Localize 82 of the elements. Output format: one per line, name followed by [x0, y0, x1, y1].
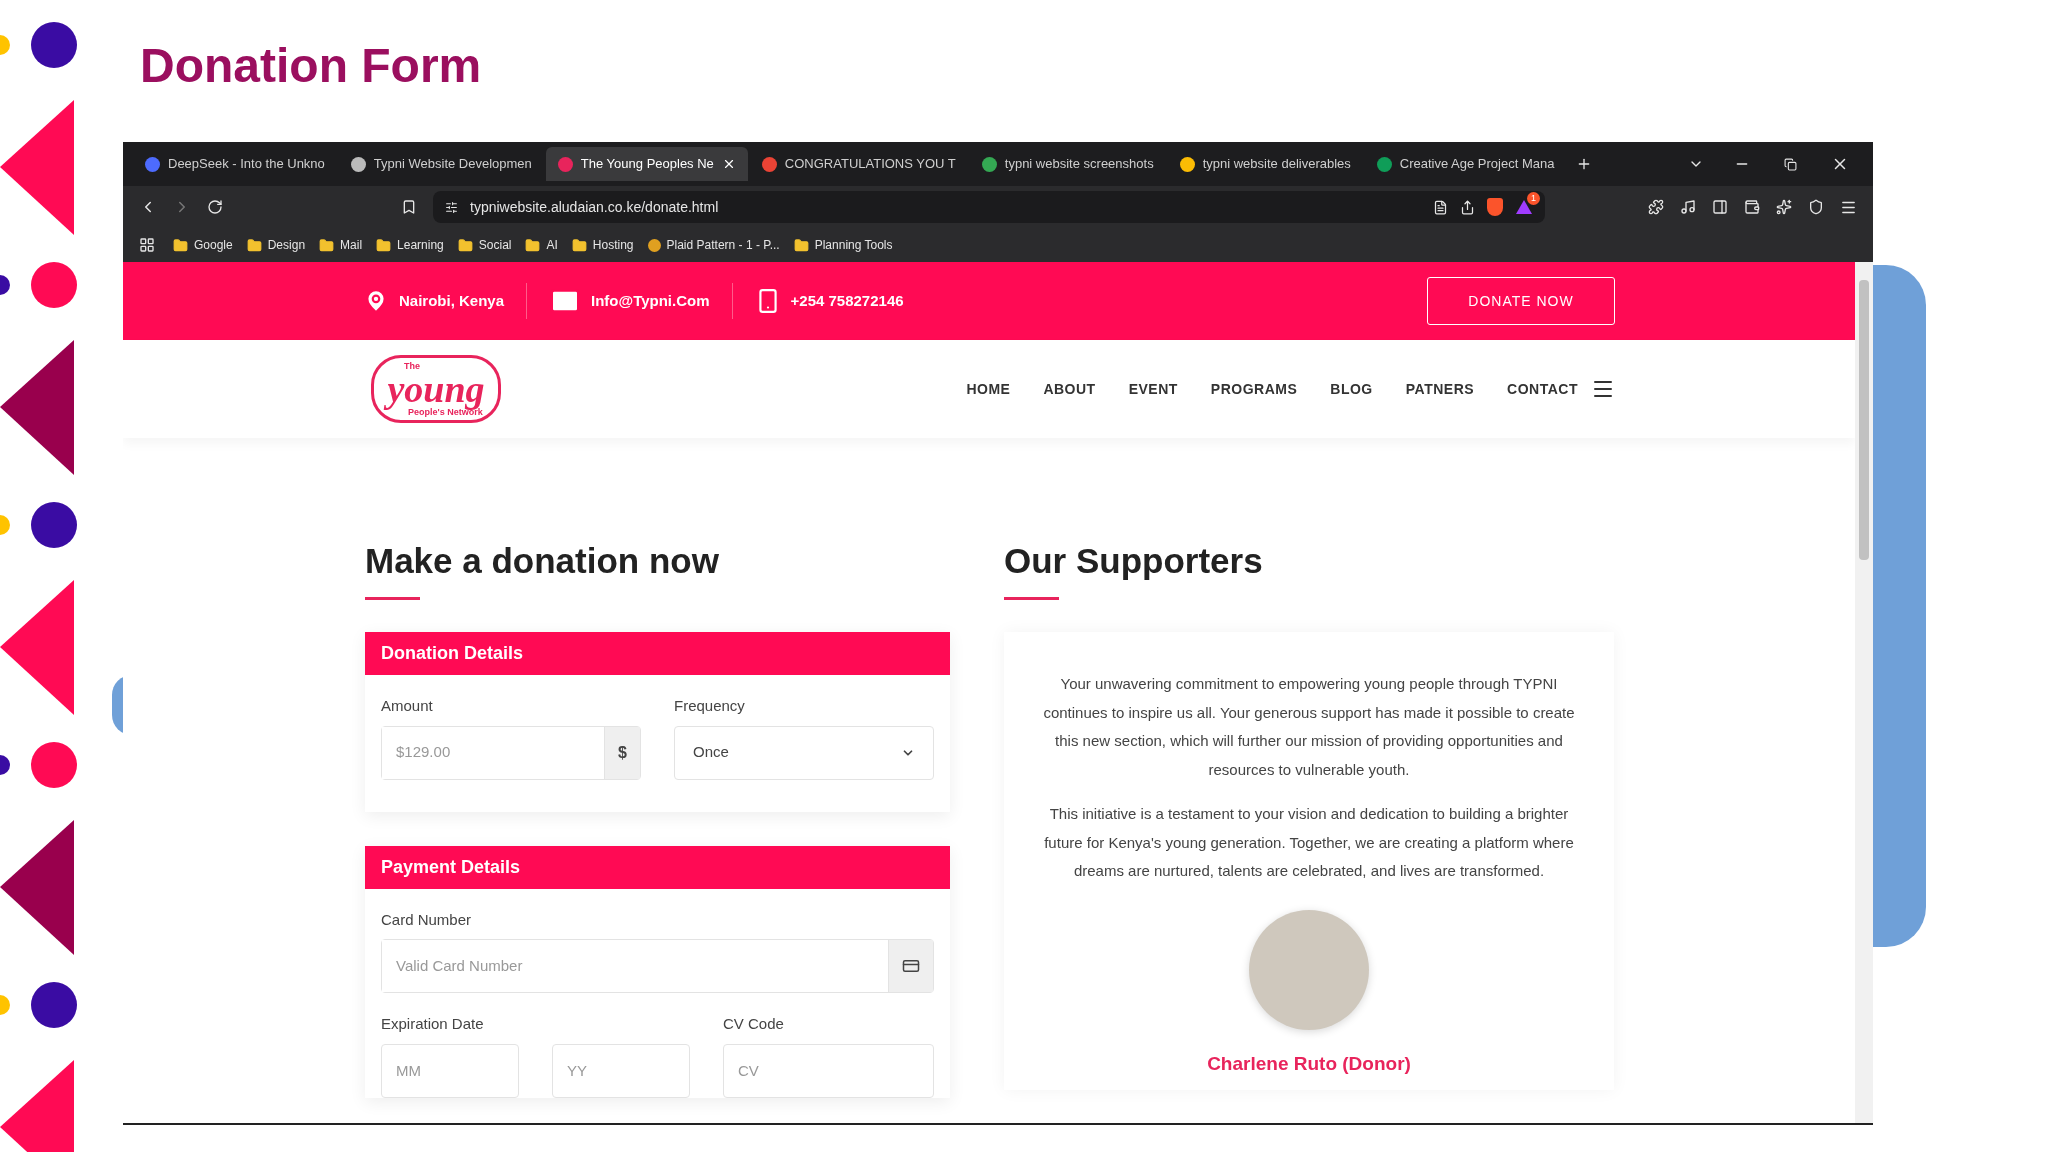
field-label: Amount — [381, 696, 434, 716]
site-settings-icon[interactable] — [445, 200, 458, 214]
folder-icon — [319, 237, 335, 253]
folder-icon — [457, 237, 473, 253]
nav-link[interactable]: BLOG — [1330, 378, 1373, 400]
share-icon[interactable] — [1460, 199, 1475, 215]
tab-title: DeepSeek - Into the Unkno — [168, 155, 325, 174]
nav-link[interactable]: ABOUT — [1043, 378, 1096, 400]
sparkle-icon[interactable] — [1776, 199, 1792, 215]
nav-link[interactable]: CONTACT — [1507, 378, 1578, 400]
bookmark-item[interactable]: Learning — [376, 236, 444, 254]
nav-link[interactable]: EVENT — [1128, 378, 1178, 400]
folder-icon — [793, 237, 809, 253]
young-logo[interactable]: The young People's Network — [371, 355, 501, 423]
sidebar-icon[interactable] — [1712, 199, 1728, 215]
address-bar[interactable]: typniwebsite.aludaian.co.ke/donate.html 1 — [433, 191, 1545, 223]
slide-title: Donation Form — [139, 38, 483, 94]
section-heading: Our Supporters — [1004, 541, 1264, 581]
browser-tab[interactable]: Typni Website Developmen — [338, 147, 544, 181]
shield-outline-icon[interactable] — [1808, 199, 1824, 215]
section-heading: Make a donation now — [365, 541, 720, 581]
site-favicon-icon — [647, 238, 661, 252]
field-label: Expiration Date — [381, 1014, 485, 1034]
bookmark-item[interactable]: Google — [173, 236, 233, 254]
bookmark-item[interactable]: AI — [525, 236, 558, 254]
supporter-paragraph: Your unwavering commitment to empowering young people through TYPNI continues to inspire us all. Your generous support has made it possible to create this new section, which will further our mission of providing opportunities and resources to vulnerable youth. — [1042, 674, 1576, 780]
music-icon[interactable] — [1680, 199, 1696, 215]
field-label: Card Number — [381, 909, 473, 930]
frequency-select[interactable]: Once — [674, 725, 934, 780]
browser-tab[interactable]: The Young Peoples Ne — [545, 147, 748, 181]
folder-icon — [173, 237, 188, 253]
currency-addon: $ — [604, 726, 640, 779]
email-text: Info@Typni.Com — [591, 290, 710, 311]
tab-title: CONGRATULATIONS YOU T — [784, 155, 956, 174]
wallet-icon[interactable] — [1744, 199, 1760, 215]
folder-icon — [376, 237, 392, 253]
tab-title: Typni Website Developmen — [373, 155, 532, 174]
browser-tab[interactable]: CONGRATULATIONS YOU T — [749, 147, 968, 181]
browser-tab[interactable]: Creative Age Project Mana — [1364, 147, 1567, 181]
field-label: Frequency — [674, 696, 746, 716]
browser-tab[interactable]: typni website screenshots — [969, 147, 1166, 181]
nav-link[interactable]: HOME — [966, 378, 1011, 400]
field-label: CV Code — [723, 1014, 785, 1034]
bookmark-icon[interactable] — [401, 199, 417, 215]
bookmark-item[interactable]: Social — [457, 236, 512, 254]
card-header: Payment Details — [365, 845, 950, 889]
tab-title: The Young Peoples Ne — [580, 155, 714, 174]
folder-icon — [246, 237, 262, 253]
bookmark-item[interactable]: Mail — [319, 236, 363, 254]
bookmark-item[interactable]: Planning Tools — [793, 236, 893, 254]
bookmark-item[interactable]: Plaid Pattern - 1 - P... — [647, 236, 780, 254]
bookmark-item[interactable]: Design — [246, 236, 306, 254]
nav-link[interactable]: PROGRAMS — [1210, 378, 1298, 400]
tab-title: typni website screenshots — [1004, 155, 1154, 174]
location-text: Nairobi, Kenya — [399, 290, 505, 311]
donor-name: Charlene Ruto (Donor) — [1207, 1051, 1411, 1076]
restore-icon[interactable] — [1784, 157, 1797, 171]
extensions-icon[interactable] — [1648, 199, 1664, 215]
supporter-paragraph: This initiative is a testament to your vision and dedication to building a brighter future for Kenya's young generation. Together, we are creating a platform where dreams are nurtured, talents are celebrated, and lives are transformed. — [1043, 804, 1575, 881]
phone-text: +254 758272146 — [790, 290, 904, 311]
browser-tab[interactable]: DeepSeek - Into the Unkno — [133, 147, 337, 181]
triangle-icon[interactable] — [1515, 199, 1533, 215]
folder-icon — [571, 237, 587, 253]
apps-icon[interactable] — [139, 237, 155, 253]
folder-icon — [525, 237, 541, 253]
shield-icon[interactable] — [1487, 198, 1503, 216]
nav-link[interactable]: PATNERS — [1405, 378, 1475, 400]
reader-icon[interactable] — [1433, 199, 1448, 215]
browser-tab[interactable]: typni website deliverables — [1167, 147, 1363, 181]
donate-now-button[interactable]: DONATE NOW — [1427, 277, 1615, 325]
year-field[interactable]: YY — [552, 1043, 690, 1098]
reload-icon[interactable] — [207, 199, 223, 215]
tab-title: Creative Age Project Mana — [1399, 155, 1555, 174]
url-text: typniwebsite.aludaian.co.ke/donate.html — [470, 197, 720, 217]
month-field[interactable]: MM — [381, 1043, 519, 1098]
card-header: Donation Details — [365, 632, 950, 675]
bookmark-item[interactable]: Hosting — [571, 236, 634, 254]
amount-field-group[interactable]: $129.00 $ — [381, 725, 641, 780]
cv-field[interactable]: CV — [723, 1043, 934, 1098]
notification-badge: 1 — [1527, 192, 1540, 205]
tab-title: typni website deliverables — [1202, 155, 1351, 174]
card-icon — [902, 957, 920, 975]
